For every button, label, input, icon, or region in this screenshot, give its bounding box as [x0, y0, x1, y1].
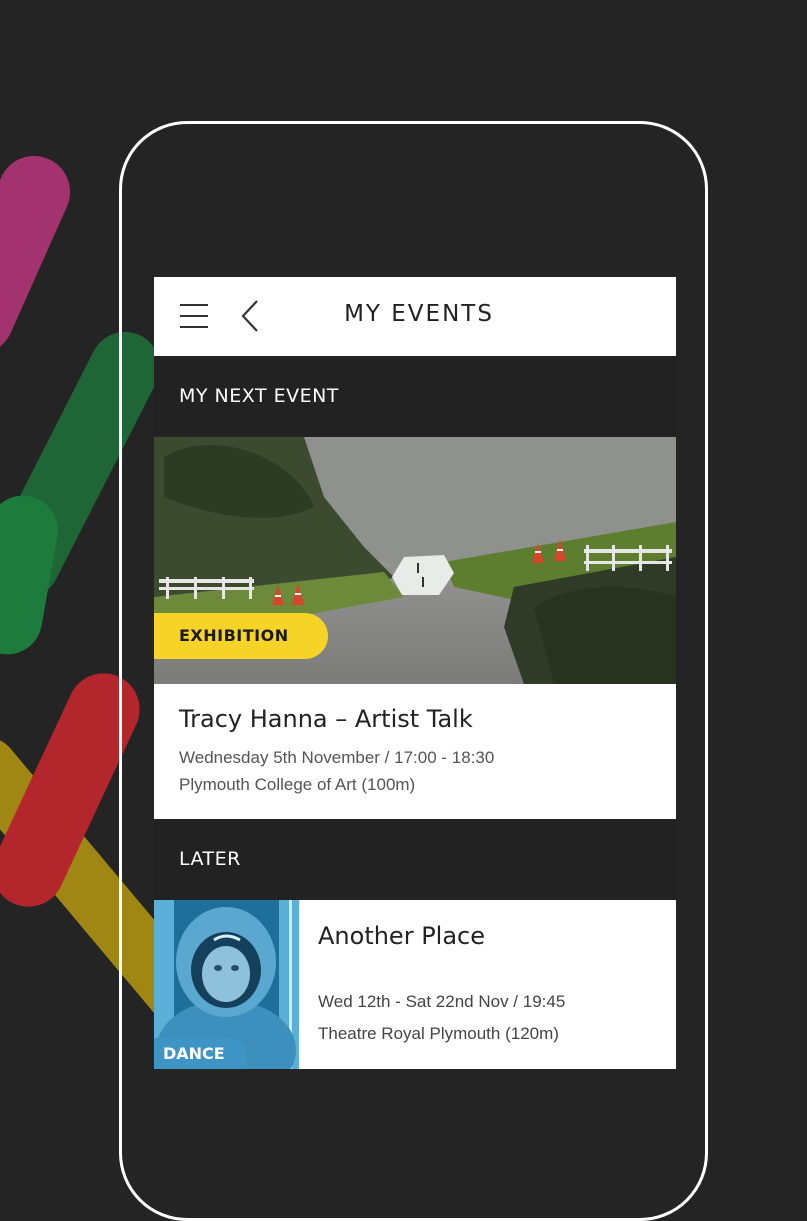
section-heading-later: LATER	[154, 819, 676, 900]
next-event-title[interactable]: Tracy Hanna – Artist Talk	[179, 705, 473, 733]
next-event-venue: Plymouth College of Art (100m)	[179, 775, 416, 794]
decorative-stripe-magenta	[0, 144, 82, 366]
page-title: MY EVENTS	[344, 301, 494, 327]
later-event-title: Another Place	[318, 922, 486, 950]
category-badge-exhibition: EXHIBITION	[154, 613, 328, 659]
next-event-date-time: Wednesday 5th November / 17:00 - 18:30	[179, 748, 495, 767]
list-item[interactable]: DANCE Another Place Wed 12th - Sat 22nd …	[154, 900, 676, 1069]
section-heading-next-event: MY NEXT EVENT	[154, 356, 676, 437]
app-header: MY EVENTS	[154, 277, 676, 356]
category-badge-dance: DANCE	[154, 1038, 246, 1069]
later-event-venue: Theatre Royal Plymouth (120m)	[318, 1024, 559, 1043]
later-event-date-time: Wed 12th - Sat 22nd Nov / 19:45	[318, 992, 566, 1011]
app-screen: MY EVENTS MY NEXT EVENT EXHIBITION Tracy…	[154, 277, 676, 1069]
